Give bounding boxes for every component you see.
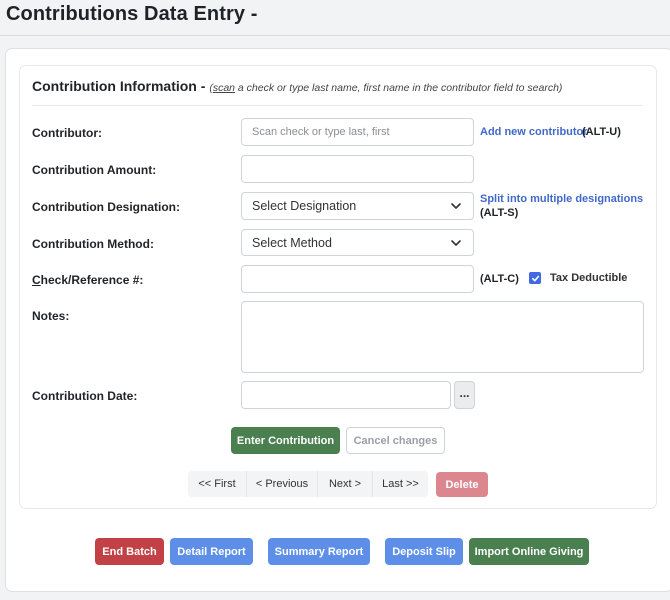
check-reference-input[interactable] [241, 265, 474, 293]
date-picker-button[interactable]: ... [454, 381, 475, 409]
designation-select[interactable]: Select Designation [241, 192, 474, 220]
method-selected: Select Method [252, 235, 332, 250]
split-designations-shortcut: (ALT-S) [480, 207, 519, 219]
scan-word: scan [212, 82, 235, 94]
title-divider [0, 35, 670, 36]
contribution-amount-input[interactable] [241, 155, 474, 183]
chevron-down-icon [451, 203, 461, 209]
delete-button[interactable]: Delete [436, 472, 488, 497]
designation-selected: Select Designation [252, 199, 357, 213]
section-hint: (scan a check or type last name, first n… [209, 82, 563, 94]
contributor-label: Contributor: [32, 126, 102, 140]
tax-deductible-checkbox[interactable] [529, 272, 541, 284]
detail-report-button[interactable]: Detail Report [170, 538, 253, 565]
section-title: Contribution Information - [32, 78, 206, 94]
check-reference-label: Check/Reference #: [32, 273, 144, 287]
section-heading: Contribution Information - (scan a check… [32, 78, 562, 94]
contribution-date-label: Contribution Date: [32, 389, 138, 403]
contribution-designation-label: Contribution Designation: [32, 200, 180, 214]
notes-label: Notes: [32, 309, 70, 323]
summary-report-button[interactable]: Summary Report [268, 538, 370, 565]
checkmark-icon [531, 275, 539, 281]
pager-next-button[interactable]: Next > [318, 471, 373, 497]
pager-previous-button[interactable]: < Previous [247, 471, 318, 497]
add-new-contributor-link[interactable]: Add new contributor [480, 126, 588, 138]
contribution-amount-label: Contribution Amount: [32, 163, 157, 177]
enter-contribution-button[interactable]: Enter Contribution [231, 427, 340, 454]
deposit-slip-button[interactable]: Deposit Slip [385, 538, 463, 565]
cancel-changes-button[interactable]: Cancel changes [346, 427, 445, 454]
contribution-method-label: Contribution Method: [32, 237, 154, 251]
end-batch-button[interactable]: End Batch [95, 538, 164, 565]
record-pager: << First < Previous Next > Last >> [188, 471, 428, 497]
section-divider [32, 105, 642, 106]
add-contributor-shortcut: (ALT-U) [582, 126, 621, 138]
import-online-giving-button[interactable]: Import Online Giving [469, 538, 589, 565]
split-designations-link[interactable]: Split into multiple designations [480, 193, 643, 205]
notes-textarea[interactable] [241, 301, 644, 373]
tax-deductible-label[interactable]: Tax Deductible [550, 272, 627, 284]
check-reference-accesskey: C [32, 273, 41, 287]
contribution-date-input[interactable] [241, 381, 451, 409]
check-reference-shortcut: (ALT-C) [480, 273, 519, 285]
pager-last-button[interactable]: Last >> [373, 471, 428, 497]
method-select[interactable]: Select Method [241, 229, 474, 256]
page-title: Contributions Data Entry - [6, 3, 258, 25]
contributor-input[interactable] [241, 118, 474, 146]
chevron-down-icon [451, 239, 461, 246]
pager-first-button[interactable]: << First [188, 471, 247, 497]
